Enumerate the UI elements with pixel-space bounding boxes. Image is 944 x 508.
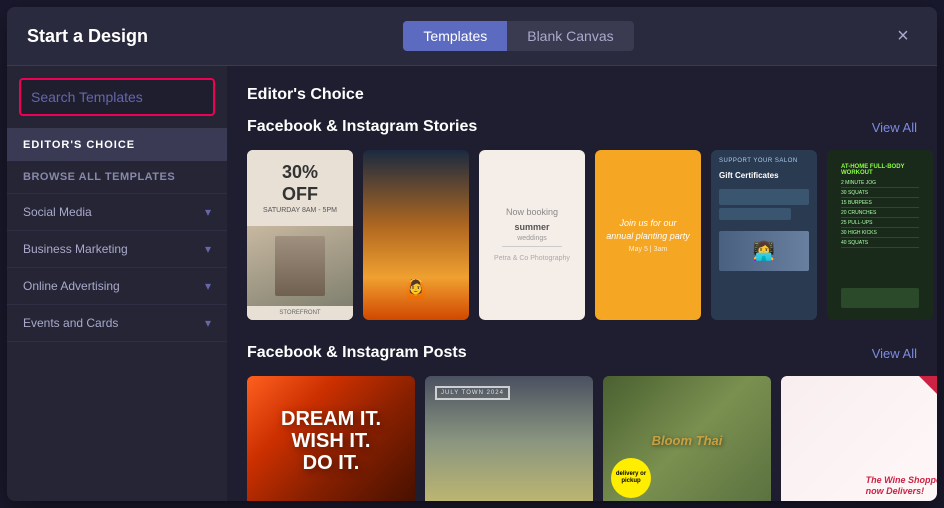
chevron-down-icon: ▾: [205, 242, 211, 256]
sidebar-item-editors-choice[interactable]: EDITOR'S CHOICE: [7, 129, 227, 161]
story-card-sale[interactable]: 30% OFF SATURDAY 8AM - 5PM STOREFRONT: [247, 150, 353, 320]
posts-cards-row: DREAM IT.WISH IT.DO IT. JULY TOWN 2024 B…: [247, 376, 917, 501]
modal-title: Start a Design: [27, 26, 148, 47]
stories-view-all[interactable]: View All: [872, 120, 917, 135]
editors-choice-title: Editor's Choice: [247, 86, 364, 104]
sidebar-item-social-media[interactable]: Social Media ▾: [7, 194, 227, 231]
tab-templates[interactable]: Templates: [403, 21, 507, 51]
sidebar: 🔍 EDITOR'S CHOICE BROWSE ALL TEMPLATES S…: [7, 66, 227, 501]
story-card-landscape[interactable]: 🙆: [363, 150, 469, 320]
sidebar-nav: EDITOR'S CHOICE BROWSE ALL TEMPLATES Soc…: [7, 129, 227, 501]
search-input[interactable]: [21, 81, 215, 113]
modal-header: Start a Design Templates Blank Canvas ×: [7, 7, 937, 66]
post-card-travel[interactable]: JULY TOWN 2024: [425, 376, 593, 501]
sidebar-item-events-and-cards[interactable]: Events and Cards ▾: [7, 305, 227, 342]
stories-cards-row: 30% OFF SATURDAY 8AM - 5PM STOREFRONT 🙆 …: [247, 150, 917, 320]
posts-section-header: Facebook & Instagram Posts View All: [247, 344, 917, 362]
chevron-down-icon: ▾: [205, 316, 211, 330]
post-card-wine-shoppe[interactable]: The Wine Shoppenow Delivers!: [781, 376, 937, 501]
sidebar-item-online-advertising[interactable]: Online Advertising ▾: [7, 268, 227, 305]
search-input-wrapper: 🔍: [19, 78, 215, 116]
story-card-planting-party[interactable]: Join us for our annual planting party Ma…: [595, 150, 701, 320]
tab-blank-canvas[interactable]: Blank Canvas: [507, 21, 633, 51]
editors-choice-header: Editor's Choice: [247, 86, 917, 104]
story-card-gift-certificates[interactable]: SUPPORT YOUR SALON Gift Certificates 👩‍💻: [711, 150, 817, 320]
sidebar-item-business-marketing[interactable]: Business Marketing ▾: [7, 231, 227, 268]
chevron-down-icon: ▾: [205, 205, 211, 219]
modal-body: 🔍 EDITOR'S CHOICE BROWSE ALL TEMPLATES S…: [7, 66, 937, 501]
stories-section-title: Facebook & Instagram Stories: [247, 118, 477, 136]
story-card-workout[interactable]: AT-HOME FULL-BODY WORKOUT 2 MINUTE JOG 3…: [827, 150, 933, 320]
sidebar-item-browse-all[interactable]: BROWSE ALL TEMPLATES: [7, 161, 227, 194]
posts-section-title: Facebook & Instagram Posts: [247, 344, 467, 362]
search-box: 🔍: [7, 66, 227, 129]
posts-view-all[interactable]: View All: [872, 346, 917, 361]
post-card-dream[interactable]: DREAM IT.WISH IT.DO IT.: [247, 376, 415, 501]
story-card-booking[interactable]: Now booking summer weddings Petra & Co P…: [479, 150, 585, 320]
start-a-design-modal: Start a Design Templates Blank Canvas × …: [7, 7, 937, 501]
post-card-bloom-thai[interactable]: Bloom Thai delivery or pickup: [603, 376, 771, 501]
main-content: Editor's Choice Facebook & Instagram Sto…: [227, 66, 937, 501]
close-button[interactable]: ×: [889, 22, 917, 50]
stories-section-header: Facebook & Instagram Stories View All: [247, 118, 917, 136]
tab-group: Templates Blank Canvas: [403, 21, 633, 51]
chevron-down-icon: ▾: [205, 279, 211, 293]
